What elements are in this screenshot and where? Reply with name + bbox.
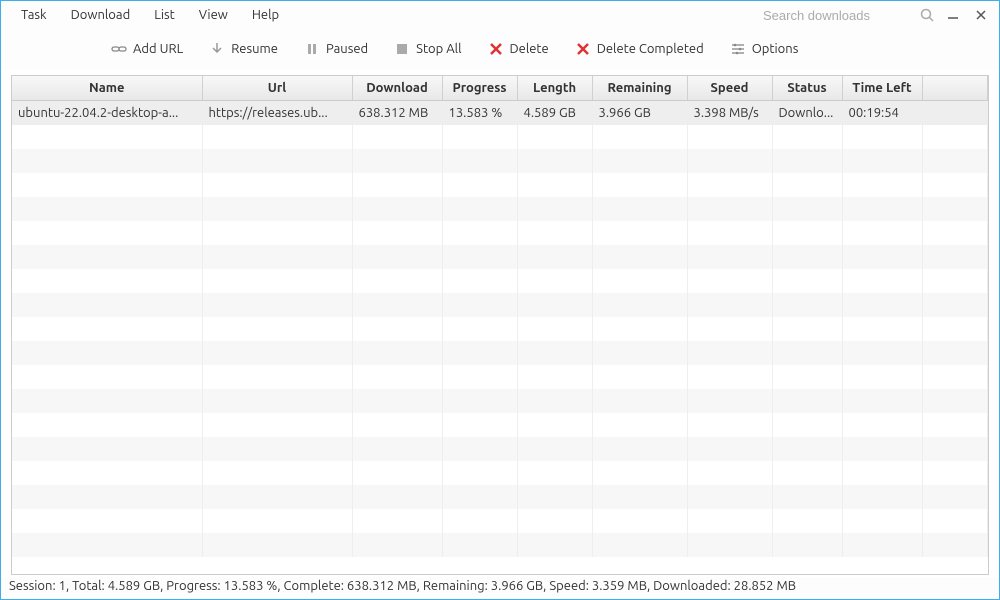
- table-row[interactable]: [12, 413, 988, 437]
- table-row[interactable]: [12, 293, 988, 317]
- minimize-button[interactable]: [943, 5, 963, 25]
- table-header-row: Name Url Download Progress Length Remain…: [12, 76, 988, 101]
- table-row[interactable]: [12, 509, 988, 533]
- cell-download: 638.312 MB: [352, 101, 442, 125]
- options-button[interactable]: Options: [720, 37, 809, 61]
- delete-completed-label: Delete Completed: [597, 42, 704, 56]
- col-download[interactable]: Download: [352, 76, 442, 101]
- search-input[interactable]: [759, 4, 919, 27]
- menu-help[interactable]: Help: [240, 4, 291, 26]
- cell-length: 4.589 GB: [517, 101, 592, 125]
- cell-extra: [922, 101, 988, 125]
- delete-icon: [488, 41, 504, 57]
- table-row[interactable]: [12, 221, 988, 245]
- stop-icon: [394, 41, 410, 57]
- col-progress[interactable]: Progress: [442, 76, 517, 101]
- cell-progress: 13.583 %: [442, 101, 517, 125]
- cell-name: ubuntu-22.04.2-desktop-a...: [12, 101, 202, 125]
- stop-all-button[interactable]: Stop All: [384, 37, 471, 61]
- table-row[interactable]: [12, 125, 988, 149]
- menu-view[interactable]: View: [187, 4, 240, 26]
- table-row[interactable]: [12, 365, 988, 389]
- cell-remaining: 3.966 GB: [592, 101, 687, 125]
- table-row[interactable]: ubuntu-22.04.2-desktop-a... https://rele…: [12, 101, 988, 125]
- table-row[interactable]: [12, 461, 988, 485]
- table-row[interactable]: [12, 269, 988, 293]
- table-row[interactable]: [12, 437, 988, 461]
- resume-button[interactable]: Resume: [199, 37, 288, 61]
- menu-task[interactable]: Task: [9, 4, 59, 26]
- downloads-table: Name Url Download Progress Length Remain…: [11, 75, 989, 575]
- col-extra[interactable]: [922, 76, 988, 101]
- menu-download[interactable]: Download: [59, 4, 143, 26]
- cell-url: https://releases.ub...: [202, 101, 352, 125]
- cell-time-left: 00:19:54: [842, 101, 922, 125]
- table-row[interactable]: [12, 485, 988, 509]
- search-icon[interactable]: [919, 7, 935, 23]
- link-icon: [111, 41, 127, 57]
- toolbar: Add URL Resume Paused Stop All Delete De…: [1, 29, 999, 69]
- down-arrow-icon: [209, 41, 225, 57]
- delete-button[interactable]: Delete: [478, 37, 559, 61]
- col-name[interactable]: Name: [12, 76, 202, 101]
- table-row[interactable]: [12, 317, 988, 341]
- add-url-button[interactable]: Add URL: [101, 37, 193, 61]
- table-row[interactable]: [12, 341, 988, 365]
- statusbar: Session: 1, Total: 4.589 GB, Progress: 1…: [1, 577, 999, 599]
- close-button[interactable]: [971, 5, 991, 25]
- options-label: Options: [752, 42, 799, 56]
- delete-label: Delete: [510, 42, 549, 56]
- stop-all-label: Stop All: [416, 42, 461, 56]
- pause-icon: [304, 41, 320, 57]
- cell-status: Downlo...: [772, 101, 842, 125]
- table-row[interactable]: [12, 197, 988, 221]
- paused-label: Paused: [326, 42, 368, 56]
- table-body: ubuntu-22.04.2-desktop-a... https://rele…: [12, 101, 988, 557]
- delete-completed-icon: [575, 41, 591, 57]
- table-row[interactable]: [12, 173, 988, 197]
- options-icon: [730, 41, 746, 57]
- delete-completed-button[interactable]: Delete Completed: [565, 37, 714, 61]
- col-speed[interactable]: Speed: [687, 76, 772, 101]
- menu-list[interactable]: List: [142, 4, 187, 26]
- table-row[interactable]: [12, 245, 988, 269]
- add-url-label: Add URL: [133, 42, 183, 56]
- col-remaining[interactable]: Remaining: [592, 76, 687, 101]
- menubar: Task Download List View Help: [1, 1, 999, 29]
- col-length[interactable]: Length: [517, 76, 592, 101]
- paused-button[interactable]: Paused: [294, 37, 378, 61]
- col-url[interactable]: Url: [202, 76, 352, 101]
- col-time-left[interactable]: Time Left: [842, 76, 922, 101]
- table-row[interactable]: [12, 533, 988, 557]
- resume-label: Resume: [231, 42, 278, 56]
- table-row[interactable]: [12, 389, 988, 413]
- cell-speed: 3.398 MB/s: [687, 101, 772, 125]
- table-row[interactable]: [12, 149, 988, 173]
- col-status[interactable]: Status: [772, 76, 842, 101]
